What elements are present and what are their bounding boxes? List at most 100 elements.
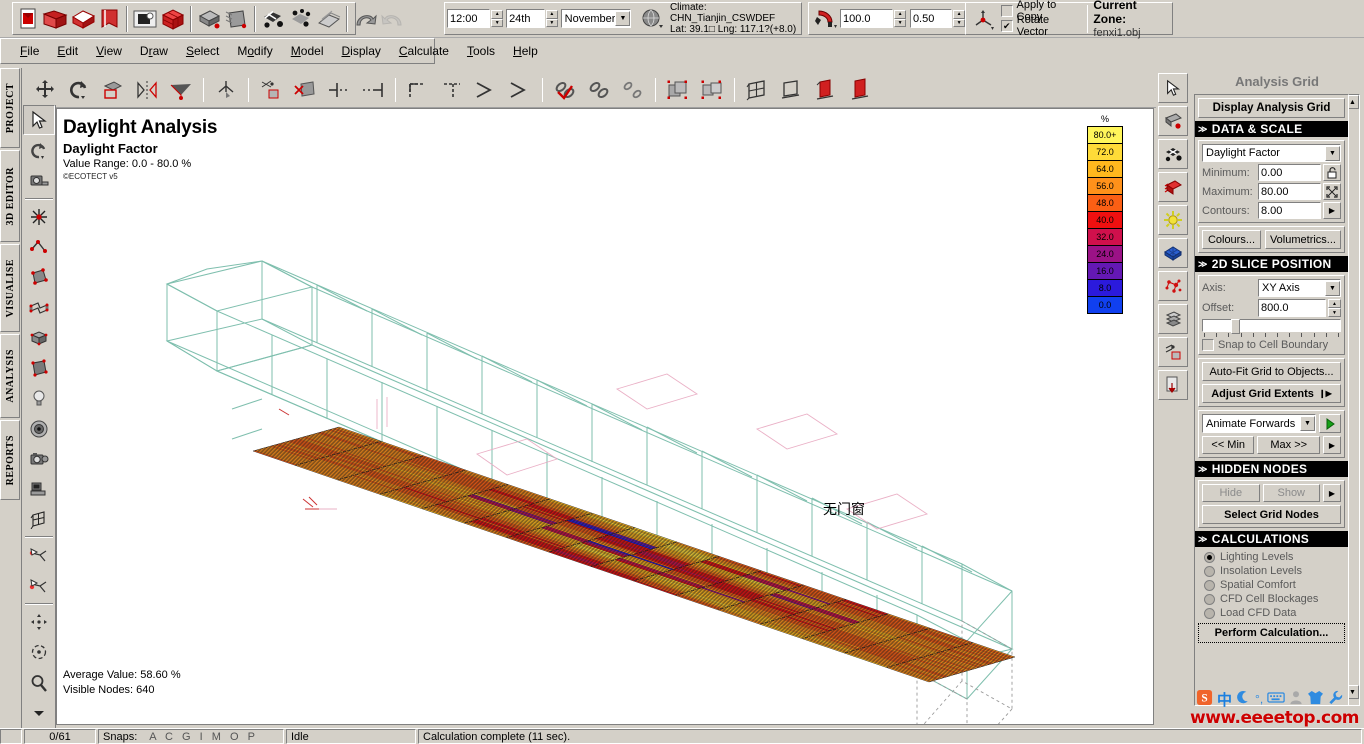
redo-icon[interactable] — [379, 4, 407, 33]
node-point-icon[interactable] — [23, 202, 55, 232]
cut-object-icon[interactable] — [288, 74, 322, 106]
menu-select[interactable]: Select — [177, 42, 228, 60]
scale-icon[interactable] — [96, 74, 130, 106]
volumetrics-button[interactable]: Volumetrics... — [1264, 230, 1341, 249]
align-down-icon[interactable] — [503, 74, 537, 106]
rotate-view-icon[interactable] — [23, 135, 55, 165]
window-wall-icon[interactable] — [23, 504, 55, 534]
light-bulb-icon[interactable] — [23, 383, 55, 413]
radio-icon[interactable] — [1204, 551, 1215, 563]
chevron-right-icon[interactable]: ▶ — [1323, 436, 1341, 454]
camera-pan-icon[interactable] — [23, 166, 55, 196]
menu-edit[interactable]: Edit — [48, 42, 87, 60]
min-button[interactable]: << Min — [1202, 436, 1255, 454]
more-chevron-icon[interactable] — [23, 698, 55, 728]
time-spinner[interactable]: ▲ ▼ — [491, 10, 504, 27]
chevron-down-icon[interactable]: ▼ — [1325, 145, 1340, 161]
globe-icon[interactable] — [637, 4, 666, 33]
grid-spinner[interactable]: ▲ ▼ — [953, 10, 965, 27]
sidebar-item-visualise[interactable]: VISUALISE — [0, 244, 20, 332]
zigzag-surface-icon[interactable] — [23, 293, 55, 323]
open-folder-icon[interactable] — [41, 4, 69, 33]
snap-to-cell-checkbox[interactable] — [1202, 339, 1214, 351]
calculation-option[interactable]: Spatial Comfort — [1198, 578, 1345, 592]
analysis-grid-icon[interactable] — [259, 4, 287, 33]
snap-distance-input[interactable]: 100.0 — [840, 9, 894, 28]
display-analysis-grid-button[interactable]: Display Analysis Grid — [1198, 98, 1345, 118]
calculation-option[interactable]: Lighting Levels — [1198, 550, 1345, 564]
corner-trim-icon[interactable] — [401, 74, 435, 106]
window-grid-icon[interactable] — [740, 74, 774, 106]
move-icon[interactable] — [28, 74, 62, 106]
corner-extend-icon[interactable] — [435, 74, 469, 106]
day-input[interactable]: 24th — [506, 9, 546, 28]
menu-file[interactable]: File — [11, 42, 48, 60]
menu-view[interactable]: View — [87, 42, 131, 60]
metric-select[interactable]: Daylight Factor ▼ — [1202, 144, 1341, 162]
show-button[interactable]: Show — [1262, 484, 1320, 502]
chinese-mode-icon[interactable]: 中 — [1217, 689, 1232, 710]
ray-scatter-icon[interactable] — [287, 4, 315, 33]
snaps-indicator[interactable]: Snaps: A C G I M O P — [98, 729, 284, 744]
red-grid-icon[interactable] — [1158, 172, 1188, 202]
keyboard-icon[interactable] — [1267, 691, 1285, 707]
mirror-icon[interactable] — [130, 74, 164, 106]
calculation-option[interactable]: Insolation Levels — [1198, 564, 1345, 578]
chevron-down-icon[interactable]: ▼ — [1325, 280, 1340, 296]
stack-layers-icon[interactable] — [1158, 304, 1188, 334]
report-icon[interactable] — [315, 4, 343, 33]
stretch-node-icon[interactable] — [209, 74, 243, 106]
save-icon[interactable] — [69, 4, 97, 33]
radio-icon[interactable] — [1204, 579, 1215, 591]
chevron-right-icon[interactable]: ▶ — [1323, 484, 1341, 502]
section-header-calculations[interactable]: ≫ CALCULATIONS — [1195, 531, 1348, 547]
sogou-s-icon[interactable]: S — [1196, 689, 1213, 709]
new-document-icon[interactable] — [15, 4, 41, 33]
axis-select[interactable]: XY Axis ▼ — [1258, 279, 1341, 297]
menu-model[interactable]: Model — [282, 42, 333, 60]
camera-icon[interactable] — [23, 444, 55, 474]
window-single-icon[interactable] — [774, 74, 808, 106]
shadow-icon[interactable] — [195, 4, 223, 33]
grid-step-input[interactable]: 0.50 — [909, 9, 953, 28]
section-header-hidden-nodes[interactable]: ≫ HIDDEN NODES — [1195, 461, 1348, 477]
undo-icon[interactable] — [351, 4, 379, 33]
chevron-down-icon[interactable]: ▼ — [615, 11, 631, 26]
moon-icon[interactable] — [1236, 690, 1251, 708]
pointer-icon[interactable] — [1158, 73, 1188, 103]
maximum-input[interactable]: 80.00 — [1258, 183, 1321, 200]
export-page-icon[interactable] — [1158, 370, 1188, 400]
shade-sweep-icon[interactable] — [223, 4, 251, 33]
select-grid-nodes-button[interactable]: Select Grid Nodes — [1202, 505, 1341, 524]
day-spinner[interactable]: ▲ ▼ — [546, 10, 558, 27]
pointer-select-icon[interactable] — [22, 105, 55, 136]
colours-button[interactable]: Colours... — [1202, 230, 1261, 249]
transform-object-icon[interactable] — [254, 74, 288, 106]
menu-tools[interactable]: Tools — [458, 42, 504, 60]
month-select[interactable]: November ▼ — [560, 9, 632, 28]
polyline-draw-icon[interactable] — [23, 540, 55, 570]
time-input[interactable]: 12:00 — [447, 9, 491, 28]
render-view-icon[interactable] — [131, 4, 159, 33]
snap-spinner[interactable]: ▲ ▼ — [894, 10, 906, 27]
sun-burst-icon[interactable] — [1158, 205, 1188, 235]
panel-solid-icon[interactable] — [842, 74, 876, 106]
menu-modify[interactable]: Modify — [228, 42, 281, 60]
menu-draw[interactable]: Draw — [131, 42, 177, 60]
section-header-slice[interactable]: ≫ 2D SLICE POSITION — [1195, 256, 1348, 272]
auto-fit-grid-button[interactable]: Auto-Fit Grid to Objects... — [1202, 362, 1341, 381]
door-solid-icon[interactable] — [808, 74, 842, 106]
rotate-vector-checkbox[interactable]: ✔ — [1000, 20, 1013, 32]
node-transform-icon[interactable] — [1158, 337, 1188, 367]
wrench-icon[interactable] — [1328, 690, 1343, 708]
radio-icon[interactable] — [1204, 565, 1215, 577]
minimum-input[interactable]: 0.00 — [1258, 164, 1321, 181]
pan-arrows-icon[interactable] — [23, 607, 55, 637]
link-icon[interactable] — [582, 74, 616, 106]
align-up-icon[interactable] — [469, 74, 503, 106]
radio-icon[interactable] — [1204, 593, 1215, 605]
box-volume-icon[interactable] — [23, 323, 55, 353]
zoom-magnifier-icon[interactable] — [23, 667, 55, 697]
extrude-icon[interactable] — [164, 74, 198, 106]
chevron-right-icon[interactable]: ▶ — [1323, 202, 1341, 219]
